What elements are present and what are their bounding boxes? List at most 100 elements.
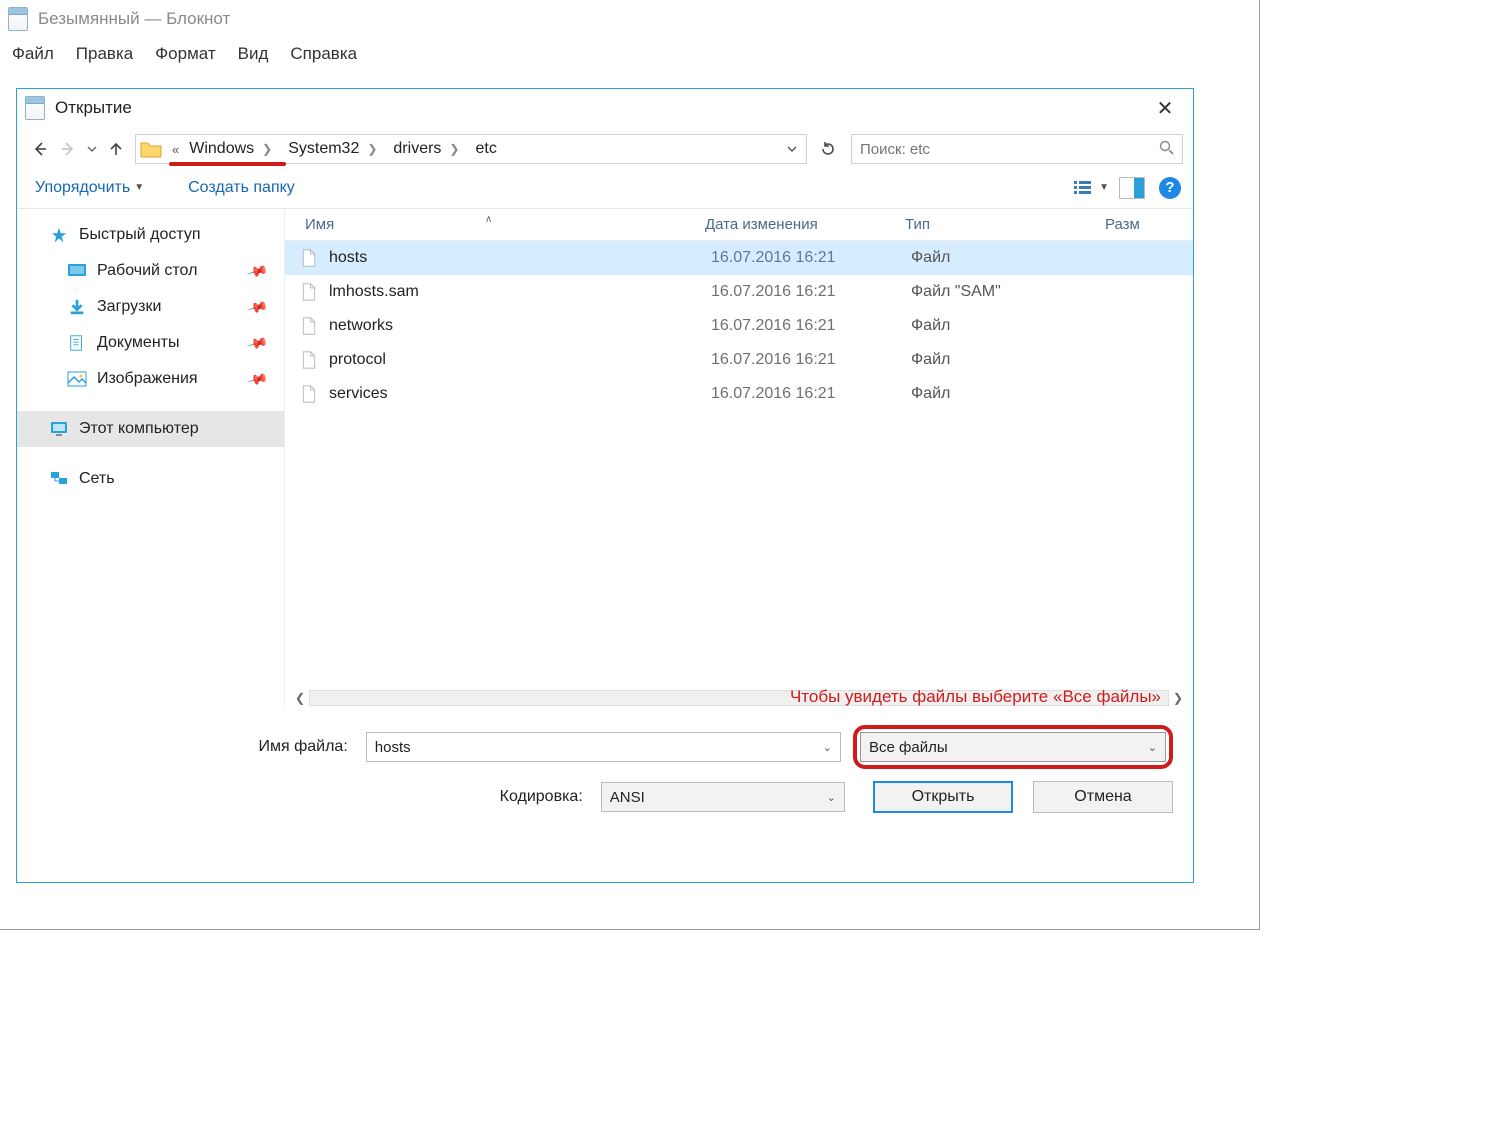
desktop-icon — [67, 262, 87, 280]
annotation-highlight: Все файлы ⌄ — [853, 725, 1173, 769]
file-icon — [299, 351, 319, 369]
sidebar-item-pictures[interactable]: Изображения 📌 — [17, 361, 284, 397]
open-dialog: Открытие ✕ « Windows❯ S — [16, 88, 1194, 883]
annotation-text: Чтобы увидеть файлы выберите «Все файлы» — [788, 687, 1163, 707]
filename-value: hosts — [375, 739, 411, 756]
file-icon — [299, 317, 319, 335]
help-button[interactable]: ? — [1159, 177, 1181, 199]
file-type: Файл — [911, 249, 1111, 267]
sidebar-item-label: Рабочий стол — [97, 262, 197, 280]
file-row[interactable]: hosts16.07.2016 16:21Файл — [285, 241, 1193, 275]
open-button[interactable]: Открыть — [873, 781, 1013, 813]
search-box[interactable] — [851, 134, 1183, 164]
chevron-down-icon: ⌄ — [823, 741, 832, 754]
filename-label: Имя файла: — [37, 738, 354, 756]
nav-recent-dropdown[interactable] — [83, 136, 101, 162]
crumb-windows[interactable]: Windows❯ — [185, 135, 284, 163]
column-date[interactable]: Дата изменения — [705, 216, 905, 233]
column-name[interactable]: Имя∧ — [285, 216, 705, 233]
file-type: Файл — [911, 385, 1111, 403]
sidebar-item-network[interactable]: Сеть — [17, 461, 284, 497]
file-list-pane: Имя∧ Дата изменения Тип Разм hosts16.07.… — [285, 209, 1193, 709]
pin-icon: 📌 — [245, 259, 269, 282]
column-headers: Имя∧ Дата изменения Тип Разм — [285, 209, 1193, 241]
chevron-right-icon: ❯ — [441, 142, 467, 156]
file-row[interactable]: protocol16.07.2016 16:21Файл — [285, 343, 1193, 377]
chevron-down-icon: ▼ — [134, 182, 144, 193]
file-icon — [299, 249, 319, 267]
path-dropdown-button[interactable] — [780, 144, 802, 154]
preview-pane-button[interactable] — [1119, 177, 1145, 199]
file-row[interactable]: services16.07.2016 16:21Файл — [285, 377, 1193, 411]
crumb-system32[interactable]: System32❯ — [284, 135, 389, 163]
file-row[interactable]: networks16.07.2016 16:21Файл — [285, 309, 1193, 343]
encoding-combobox[interactable]: ANSI ⌄ — [601, 782, 845, 812]
sidebar-item-quick-access[interactable]: Быстрый доступ — [17, 217, 284, 253]
sidebar-item-desktop[interactable]: Рабочий стол 📌 — [17, 253, 284, 289]
notepad-icon — [8, 7, 28, 31]
annotation-underline — [169, 162, 286, 166]
file-type-filter[interactable]: Все файлы ⌄ — [860, 732, 1166, 762]
new-folder-button[interactable]: Создать папку — [188, 179, 295, 197]
column-size[interactable]: Разм — [1105, 216, 1193, 233]
filename-combobox[interactable]: hosts ⌄ — [366, 732, 841, 762]
navigation-sidebar: Быстрый доступ Рабочий стол 📌 Загрузки 📌… — [17, 209, 285, 709]
network-icon — [49, 470, 69, 488]
pin-icon: 📌 — [245, 331, 269, 354]
nav-back-button[interactable] — [27, 136, 53, 162]
file-name: protocol — [329, 351, 711, 369]
encoding-label: Кодировка: — [37, 788, 589, 806]
organize-button[interactable]: Упорядочить ▼ — [29, 175, 150, 201]
file-name: services — [329, 385, 711, 403]
menu-view[interactable]: Вид — [238, 44, 269, 64]
pin-icon: 📌 — [245, 295, 269, 318]
refresh-button[interactable] — [813, 134, 843, 164]
sidebar-item-label: Загрузки — [97, 298, 161, 316]
file-date: 16.07.2016 16:21 — [711, 317, 911, 335]
view-options-button[interactable]: ▼ — [1069, 176, 1113, 200]
search-input[interactable] — [860, 141, 1159, 158]
download-icon — [67, 298, 87, 316]
search-icon — [1159, 140, 1174, 159]
breadcrumb-bar[interactable]: « Windows❯ System32❯ drivers❯ etc — [135, 134, 807, 164]
file-row[interactable]: lmhosts.sam16.07.2016 16:21Файл "SAM" — [285, 275, 1193, 309]
cancel-button[interactable]: Отмена — [1033, 781, 1173, 813]
picture-icon — [67, 370, 87, 388]
file-type: Файл "SAM" — [911, 283, 1111, 301]
sidebar-item-label: Документы — [97, 334, 179, 352]
dialog-title: Открытие — [55, 98, 132, 118]
file-date: 16.07.2016 16:21 — [711, 385, 911, 403]
sidebar-item-label: Быстрый доступ — [79, 226, 201, 244]
sidebar-item-this-pc[interactable]: Этот компьютер — [17, 411, 284, 447]
encoding-value: ANSI — [610, 789, 645, 806]
path-overflow-icon[interactable]: « — [166, 142, 185, 157]
scroll-right-icon[interactable]: ❯ — [1169, 691, 1187, 705]
menu-format[interactable]: Формат — [155, 44, 215, 64]
folder-icon — [140, 139, 162, 159]
crumb-drivers[interactable]: drivers❯ — [389, 135, 471, 163]
notepad-menubar: Файл Правка Формат Вид Справка — [0, 38, 1259, 74]
menu-edit[interactable]: Правка — [76, 44, 133, 64]
menu-file[interactable]: Файл — [12, 44, 54, 64]
menu-help[interactable]: Справка — [290, 44, 357, 64]
close-button[interactable]: ✕ — [1145, 96, 1185, 121]
file-type: Файл — [911, 317, 1111, 335]
view-list-icon — [1073, 180, 1093, 196]
notepad-titlebar: Безымянный — Блокнот — [0, 0, 1259, 38]
chevron-down-icon: ⌄ — [827, 791, 836, 804]
horizontal-scrollbar[interactable]: ❮ Чтобы увидеть файлы выберите «Все файл… — [291, 687, 1187, 709]
filter-value: Все файлы — [869, 739, 948, 756]
file-name: networks — [329, 317, 711, 335]
sidebar-item-documents[interactable]: Документы 📌 — [17, 325, 284, 361]
column-type[interactable]: Тип — [905, 216, 1105, 233]
nav-forward-button[interactable] — [55, 136, 81, 162]
sidebar-item-downloads[interactable]: Загрузки 📌 — [17, 289, 284, 325]
file-icon — [299, 283, 319, 301]
sidebar-item-label: Изображения — [97, 370, 198, 388]
nav-up-button[interactable] — [103, 136, 129, 162]
scroll-left-icon[interactable]: ❮ — [291, 691, 309, 705]
crumb-etc[interactable]: etc — [471, 135, 500, 163]
file-icon — [299, 385, 319, 403]
notepad-title: Безымянный — Блокнот — [38, 9, 230, 29]
file-date: 16.07.2016 16:21 — [711, 249, 911, 267]
